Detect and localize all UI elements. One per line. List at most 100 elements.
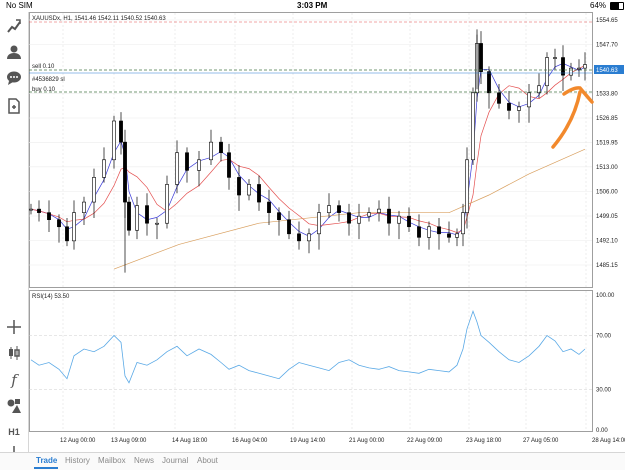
price-axis-label: 1485.15 (596, 263, 618, 269)
candle-body (507, 103, 511, 111)
candle-body (127, 201, 131, 231)
time-axis-label: 28 Aug 14:00 (592, 438, 625, 444)
candle-body (337, 205, 341, 213)
candle-body (165, 184, 169, 224)
candle-body (357, 215, 361, 224)
candle-body (37, 208, 41, 213)
tab-news[interactable]: News (134, 456, 154, 465)
candle-body (327, 205, 331, 213)
tab-mailbox[interactable]: Mailbox (98, 456, 126, 465)
candle-body (297, 233, 301, 242)
bottom-tab-bar: Trade History Mailbox News Journal About (0, 452, 625, 470)
candle-body (57, 219, 61, 228)
candle-body (487, 71, 491, 94)
time-axis-label: 21 Aug 00:00 (349, 438, 385, 444)
clock: 3:03 PM (297, 1, 328, 10)
candle-body (407, 215, 411, 228)
candlestick-icon[interactable] (4, 343, 24, 363)
price-chart[interactable]: 1554.65 1547.70 1533.80 1526.85 1519.95 1513.… (29, 12, 625, 452)
buy-order-label[interactable]: buy 0.10 (32, 87, 56, 93)
chart-canvas[interactable]: 1554.65 1547.70 1533.80 1526.85 1519.95 1513.… (29, 12, 625, 452)
time-axis-label: 16 Aug 04:00 (232, 438, 268, 444)
price-axis-label: 1519.95 (596, 140, 618, 146)
document-icon[interactable] (4, 96, 24, 116)
crosshair-icon[interactable] (4, 317, 24, 337)
candle-body (561, 57, 565, 76)
candle-body (545, 57, 549, 87)
tab-history[interactable]: History (65, 456, 90, 465)
time-axis-label: 12 Aug 00:00 (60, 438, 96, 444)
candle-body (577, 67, 581, 70)
candle-body (427, 226, 431, 238)
price-axis-label: 1526.85 (596, 116, 618, 122)
tab-about[interactable]: About (197, 456, 218, 465)
current-price-value: 1540.63 (596, 68, 618, 74)
candle-body (527, 92, 531, 108)
timeframe-icon[interactable]: H1 (4, 422, 24, 442)
time-axis-label: 13 Aug 09:00 (111, 438, 147, 444)
candle-body (102, 159, 106, 178)
price-axis-label: 1506.00 (596, 190, 618, 196)
candle-body (553, 57, 557, 59)
candle-body (497, 92, 501, 104)
sl-order-label[interactable]: #4536829 sl (32, 77, 65, 83)
sell-order-label[interactable]: sell 0.10 (32, 64, 55, 70)
tab-journal[interactable]: Journal (162, 456, 188, 465)
tab-trade[interactable]: Trade (36, 456, 57, 465)
candle-body (517, 106, 521, 111)
candle-body (155, 222, 159, 225)
chat-icon[interactable] (4, 68, 24, 88)
candle-body (437, 226, 441, 235)
candle-body (135, 205, 139, 231)
candle-body (219, 141, 223, 154)
candle-body (82, 201, 86, 213)
candle-body (247, 184, 251, 196)
carrier-label: No SIM (6, 1, 33, 10)
candle-body (257, 184, 261, 203)
candle-body (307, 233, 311, 242)
rsi-axis-label: 100.00 (596, 293, 615, 299)
price-axis-label: 1492.10 (596, 239, 618, 245)
symbol-info: XAUUSDx, H1, 1541.46 1542.11 1540.52 154… (32, 16, 166, 22)
candle-body (112, 120, 116, 161)
candle-body (209, 141, 213, 161)
candle-body (227, 152, 231, 178)
time-axis-label: 14 Aug 18:00 (172, 438, 208, 444)
candle-body (92, 177, 96, 203)
candle-body (471, 92, 475, 161)
status-bar: No SIM 3:03 PM 64% (0, 0, 625, 12)
user-icon[interactable] (4, 42, 24, 62)
candle-body (29, 208, 33, 211)
candle-body (479, 43, 483, 72)
candle-body (119, 120, 123, 143)
time-axis-label: 22 Aug 09:00 (407, 438, 443, 444)
candle-body (47, 212, 51, 221)
battery-icon (610, 2, 624, 10)
candle-body (185, 152, 189, 171)
battery-level: 64% (590, 1, 607, 10)
rsi-axis-label: 30.00 (596, 388, 612, 394)
candle-body (145, 205, 149, 224)
candle-body (461, 212, 465, 235)
candle-body (267, 201, 271, 213)
candle-body (455, 233, 459, 238)
price-axis-label: 1547.70 (596, 43, 618, 49)
candle-body (569, 67, 573, 76)
candle-body (175, 152, 179, 185)
candle-body (287, 219, 291, 235)
rsi-label: RSI(14) 53.50 (32, 294, 70, 300)
left-toolbar: f H1 (0, 12, 29, 460)
chart-plus-icon[interactable] (4, 16, 24, 36)
candle-body (277, 212, 281, 221)
candle-body (367, 212, 371, 217)
time-axis-label: 27 Aug 05:00 (523, 438, 559, 444)
candle-body (417, 226, 421, 238)
candle-body (583, 64, 587, 69)
price-axis-label: 1513.00 (596, 165, 618, 171)
shapes-icon[interactable] (4, 396, 24, 416)
price-axis-label: 1499.05 (596, 214, 618, 220)
candle-body (387, 208, 391, 224)
candle-body (72, 212, 76, 242)
time-axis-label: 23 Aug 18:00 (466, 438, 502, 444)
function-icon[interactable]: f (4, 370, 24, 390)
